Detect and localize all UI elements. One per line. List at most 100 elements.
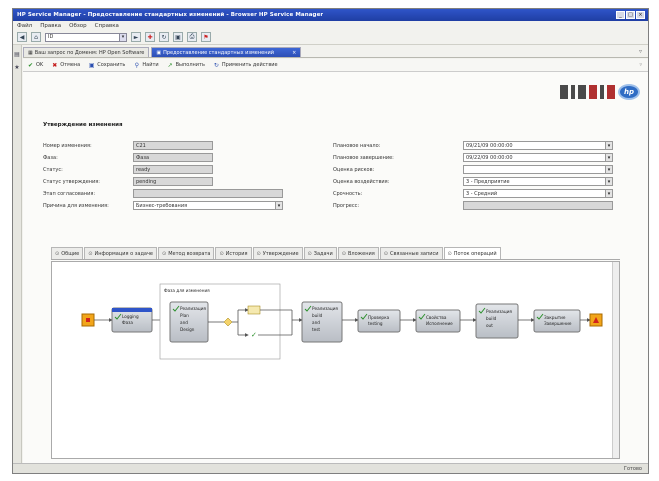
- field-label: Статус:: [43, 166, 63, 173]
- start-marker-icon: [86, 318, 90, 322]
- back-icon[interactable]: ◀: [17, 32, 27, 42]
- progress-field[interactable]: [463, 201, 613, 210]
- node-label: Реализация: [312, 306, 338, 311]
- detail-tabs: ⊙ Общие ⊙ Информация о задаче ⊙ Метод возвр…: [51, 247, 620, 260]
- tab-related[interactable]: ⊙ Связанные записи: [379, 247, 443, 259]
- ok-button[interactable]: ✔ OK: [27, 62, 43, 69]
- field-phase: Фаза: Фаза: [43, 152, 213, 163]
- tab-tasks[interactable]: ⊙ Задачи: [303, 247, 337, 259]
- disk-icon: ▣: [88, 61, 95, 69]
- node-label: Plan: [180, 313, 189, 318]
- refresh-icon[interactable]: ↻: [159, 32, 169, 42]
- navigator-icon[interactable]: ▤: [14, 51, 20, 58]
- record-toolbar: ✔ OK ✖ Отмена ▣ Сохранить ⚲ Найти ↗ Выполнить…: [23, 59, 648, 72]
- field-planned-start: Плановое начало: 09/21/09 00:00:00 ▾: [333, 140, 613, 151]
- field-label: Фаза:: [43, 154, 58, 161]
- favorites-icon[interactable]: ★: [14, 64, 20, 71]
- risk-select[interactable]: ▾: [463, 165, 613, 174]
- save-icon[interactable]: ▣: [173, 32, 183, 42]
- planned-end-select[interactable]: 09/22/09 00:00:00 ▾: [463, 153, 613, 162]
- node-label: Logging: [122, 314, 139, 319]
- chevron-down-icon[interactable]: ▾: [119, 33, 126, 41]
- status-field[interactable]: ready: [133, 165, 213, 174]
- chevron-down-icon[interactable]: ▾: [605, 142, 612, 149]
- reason-select-value: Бизнес-требования: [136, 202, 188, 209]
- tab-general[interactable]: ⊙ Общие: [51, 247, 84, 259]
- node-label: Design: [180, 327, 195, 332]
- field-label: Плановое завершение:: [333, 154, 394, 161]
- workflow-group-title: Фаза для изменения: [164, 288, 210, 293]
- chevron-down-icon[interactable]: ▾: [605, 154, 612, 161]
- print-icon[interactable]: ⎙: [187, 32, 197, 42]
- chevron-down-icon[interactable]: ▾: [605, 178, 612, 185]
- menu-help[interactable]: Справка: [95, 23, 119, 29]
- workflow-node-execution[interactable]: Свойства Исполнение: [415, 309, 461, 333]
- tab-approval[interactable]: ⊙ Утверждение: [252, 247, 303, 259]
- workflow-node-closure[interactable]: Закрытие Завершение: [533, 309, 581, 333]
- alert-icon[interactable]: ⚑: [201, 32, 211, 42]
- tab-history[interactable]: ⊙ История: [215, 247, 252, 259]
- run-icon: ↗: [167, 61, 173, 69]
- home-icon[interactable]: ⌂: [31, 32, 41, 42]
- tab-change-record[interactable]: ▣ Предоставление стандартных изменений ×: [151, 47, 302, 57]
- impact-select[interactable]: 3 - Предприятие ▾: [463, 177, 613, 186]
- workflow-node-testing[interactable]: Проверка testing: [357, 309, 401, 333]
- field-change-number: Номер изменения: C21: [43, 140, 213, 151]
- tab-workflow[interactable]: ⊙ Поток операций: [443, 247, 501, 259]
- workflow-node-plan-design[interactable]: Реализация Plan and Design: [169, 301, 209, 343]
- brand-graphic: [571, 85, 575, 99]
- app-window: HP Service Manager - Предоставление стан…: [12, 8, 649, 474]
- find-button[interactable]: ⚲ Найти: [133, 62, 159, 69]
- menu-edit[interactable]: Правка: [40, 23, 61, 29]
- field-risk: Оценка рисков: ▾: [333, 164, 613, 175]
- search-combo[interactable]: ID ▾: [45, 32, 127, 42]
- execute-button[interactable]: ↗ Выполнить: [167, 62, 205, 69]
- go-icon[interactable]: ►: [131, 32, 141, 42]
- branch-check-icon: ✓: [251, 331, 257, 339]
- urgency-select[interactable]: 3 - Средний ▾: [463, 189, 613, 198]
- workflow-node-build-out[interactable]: Реализация build out: [475, 303, 519, 339]
- brand-graphic: [578, 85, 586, 99]
- menu-file[interactable]: Файл: [17, 23, 32, 29]
- approval-status-field[interactable]: pending: [133, 177, 213, 186]
- workflow-node-build-test[interactable]: Реализация build and test: [301, 301, 343, 343]
- list-icon: ▦: [28, 49, 33, 56]
- field-label: Срочность:: [333, 190, 363, 197]
- chevron-down-icon[interactable]: ▾: [605, 166, 612, 173]
- node-label: Фаза: [122, 320, 133, 325]
- close-tab-icon[interactable]: ×: [292, 50, 296, 56]
- approval-stage-field[interactable]: [133, 189, 283, 198]
- save-button[interactable]: ▣ Сохранить: [88, 62, 125, 69]
- tab-backout[interactable]: ⊙ Метод возврата: [158, 247, 215, 259]
- tab-list[interactable]: ▦ Ваш запрос по Доменм: HP Open Software: [23, 47, 150, 57]
- tab-menu-icon[interactable]: ▿: [639, 48, 648, 55]
- planned-start-select[interactable]: 09/21/09 00:00:00 ▾: [463, 141, 613, 150]
- reason-select[interactable]: Бизнес-требования ▾: [133, 201, 283, 210]
- menu-view[interactable]: Обзор: [69, 23, 87, 29]
- phase-field[interactable]: Фаза: [133, 153, 213, 162]
- cancel-icon: ✖: [52, 61, 58, 69]
- chevron-down-icon[interactable]: ▾: [605, 190, 612, 197]
- urgency-value: 3 - Средний: [466, 190, 498, 197]
- workflow-scrollbar[interactable]: [612, 262, 619, 458]
- field-label: Статус утверждения:: [43, 178, 100, 185]
- tab-change-label: Предоставление стандартных изменений: [163, 49, 274, 56]
- tab-task-info[interactable]: ⊙ Информация о задаче: [84, 247, 157, 259]
- cancel-button[interactable]: ✖ Отмена: [51, 62, 80, 69]
- tab-attachments[interactable]: ⊙ Вложения: [337, 247, 379, 259]
- change-number-field[interactable]: C21: [133, 141, 213, 150]
- workflow-node-logging[interactable]: Logging Фаза: [111, 307, 153, 333]
- tools-icon[interactable]: ✚: [145, 32, 155, 42]
- field-planned-end: Плановое завершение: 09/22/09 00:00:00 ▾: [333, 152, 613, 163]
- tab-icon: ⊙: [307, 250, 312, 257]
- field-impact: Оценка воздействия: 3 - Предприятие ▾: [333, 176, 613, 187]
- field-approval-status: Статус утверждения: pending: [43, 176, 213, 187]
- close-button[interactable]: ×: [636, 11, 645, 19]
- check-icon: ✔: [27, 61, 34, 69]
- apply-action-button[interactable]: ↻ Применить действие: [213, 62, 278, 69]
- chevron-down-icon[interactable]: ▾: [275, 202, 282, 209]
- field-urgency: Срочность: 3 - Средний ▾: [333, 188, 613, 199]
- toolbar-options-icon[interactable]: ▿: [639, 62, 648, 68]
- minimize-button[interactable]: _: [616, 11, 625, 19]
- maximize-button[interactable]: □: [626, 11, 635, 19]
